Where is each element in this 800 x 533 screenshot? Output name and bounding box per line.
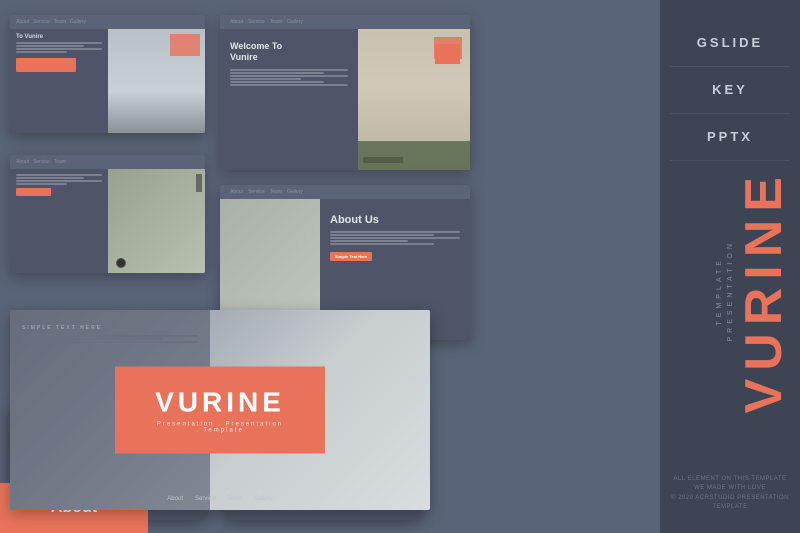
nav-item: Service	[248, 189, 265, 195]
nav-item: About	[230, 189, 243, 195]
hero-left-panel: Simple Text Here	[10, 310, 210, 510]
slides-grid: About Service Team Gallery To Vunire	[10, 15, 650, 525]
slide-4-nav: About Service Team Gallery	[220, 185, 470, 199]
slide-2-nav: About Service Team Gallery	[220, 15, 470, 29]
nav-item: Team	[54, 159, 66, 165]
text-lines	[330, 231, 460, 245]
text-lines	[22, 335, 198, 343]
nav-item: About	[16, 19, 29, 25]
sidebar-brand: TEMPLATE PRESENTATION VURINE	[716, 169, 790, 413]
nav-item: Team	[270, 189, 282, 195]
nav-item: Service	[248, 19, 265, 25]
slide-3-body	[10, 169, 205, 273]
coral-cta	[16, 188, 51, 196]
brand-subtitle-2: TEMPLATE	[716, 257, 723, 325]
slide-1-nav: About Service Team Gallery	[10, 15, 205, 29]
brand-subtitle-1: PRESENTATION	[727, 240, 734, 341]
format-key[interactable]: KEY	[670, 67, 790, 114]
nav-item: About	[230, 19, 243, 25]
nav-item: Gallery	[287, 189, 303, 195]
sidebar-footer: ALL ELEMENT ON THIS TEMPLATE WE MADE WIT…	[660, 475, 800, 513]
slide-3-text	[10, 169, 108, 273]
footer-line2: © 2020 ACRSTUDIO PRESENTATION TEMPLATE	[670, 494, 790, 513]
pptx-label: PPTX	[707, 129, 753, 144]
slide-3-nav: About Service Team	[10, 155, 205, 169]
coral-tag: Simple Text Here	[330, 252, 372, 261]
nav-item: Service	[33, 19, 50, 25]
slide-2-title: Welcome To Vunire	[230, 41, 348, 63]
nav-item: Team	[54, 19, 66, 25]
nav-item: Gallery	[287, 19, 303, 25]
text-lines	[16, 174, 102, 185]
slide-5-hero[interactable]: Simple Text Here VURINE Presentation . P…	[10, 310, 430, 510]
slide-2-text: Welcome To Vunire	[220, 29, 358, 170]
nav-item: Service	[33, 159, 50, 165]
format-gslide[interactable]: GSLIDE	[670, 20, 790, 67]
main-content: About Service Team Gallery To Vunire	[0, 0, 660, 533]
slide-2-image	[358, 29, 471, 170]
slide-5-inner: Simple Text Here VURINE Presentation . P…	[10, 310, 430, 510]
hero-text-line1: Simple Text Here	[22, 325, 198, 331]
slide-4-title: About Us	[330, 214, 460, 226]
nav-item: Gallery	[70, 19, 86, 25]
nav-item: Team	[227, 496, 242, 502]
nav-item: Team	[270, 19, 282, 25]
key-label: KEY	[712, 82, 748, 97]
footer-line1: ALL ELEMENT ON THIS TEMPLATE WE MADE WIT…	[670, 475, 790, 494]
gslide-label: GSLIDE	[697, 35, 763, 50]
slide-1-body	[16, 42, 102, 53]
right-sidebar: GSLIDE KEY PPTX TEMPLATE PRESENTATION VU…	[660, 0, 800, 533]
nav-item: Gallery	[254, 496, 273, 502]
slide-3-image	[108, 169, 206, 273]
format-pptx[interactable]: PPTX	[670, 114, 790, 161]
slide-1-title: To Vunire	[16, 34, 102, 40]
brand-name: VURINE	[738, 169, 790, 413]
slide-1[interactable]: About Service Team Gallery To Vunire	[10, 15, 205, 133]
nav-item: About	[16, 159, 29, 165]
slide-2[interactable]: About Service Team Gallery Welcome To Vu…	[220, 15, 470, 170]
slide-3[interactable]: About Service Team	[10, 155, 205, 273]
slide-1-image	[108, 29, 206, 133]
slide-2-lines	[230, 69, 348, 86]
slide-2-body: Welcome To Vunire	[220, 29, 470, 170]
coral-cta	[16, 58, 76, 72]
